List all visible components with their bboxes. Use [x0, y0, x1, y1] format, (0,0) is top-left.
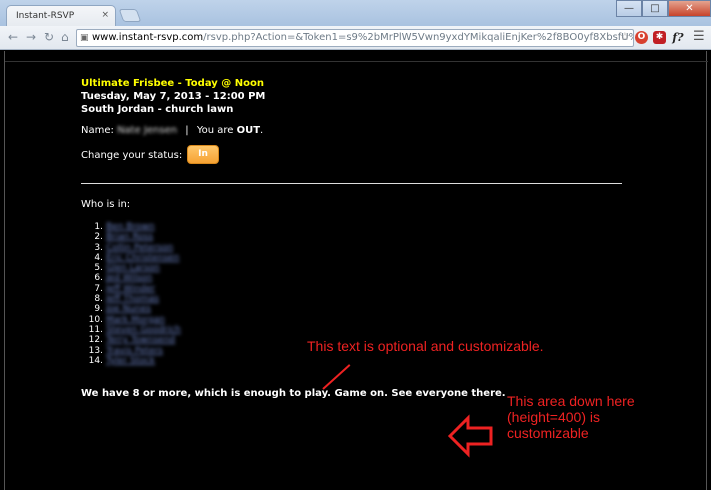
- attendee-name-link[interactable]: Brian Ross: [106, 232, 153, 242]
- minimize-button[interactable]: —: [616, 0, 642, 17]
- event-title: Ultimate Frisbee - Today @ Noon: [81, 78, 264, 89]
- attendee-name-link[interactable]: Terry Townsend: [106, 335, 175, 345]
- maximize-button[interactable]: □: [642, 0, 668, 17]
- user-name: Nate Jensen: [117, 125, 178, 136]
- event-date: Tuesday, May 7, 2013 - 12:00 PM: [81, 91, 266, 102]
- attendee-name-link[interactable]: Glen Larson: [106, 263, 160, 273]
- attendee-name-link[interactable]: Tyler Stock: [106, 356, 155, 366]
- attendee-number: 3.: [94, 242, 103, 253]
- tab-title: Instant-RSVP: [16, 11, 75, 21]
- attendee-name-link[interactable]: Travis Peters: [106, 346, 163, 356]
- browser-tab[interactable]: Instant-RSVP ×: [6, 5, 116, 26]
- forward-arrow-icon[interactable]: →: [26, 30, 36, 44]
- url-path: /rsvp.php?Action=&Token1=s9%2bMrPlW5Vwn9…: [203, 32, 633, 43]
- reload-icon[interactable]: ↻: [44, 30, 54, 44]
- menu-icon[interactable]: ☰: [693, 29, 705, 44]
- name-line: Name: Nate Jensen | You are OUT.: [81, 125, 263, 136]
- attendee-number: 10.: [88, 314, 103, 325]
- attendee-name-link[interactable]: Joe Nunes: [106, 304, 151, 314]
- attendee-number: 2.: [94, 232, 103, 243]
- status-change-label: Change your status:: [81, 150, 183, 161]
- divider: [81, 183, 622, 184]
- annotation-custom-area: This area down here (height=400) is cust…: [507, 393, 635, 441]
- close-tab-icon[interactable]: ×: [101, 10, 109, 20]
- rsvp-content: Ultimate Frisbee - Today @ Noon Tuesday,…: [81, 77, 626, 399]
- home-icon[interactable]: ⌂: [61, 30, 69, 44]
- attendees-heading: Who is in:: [81, 199, 131, 210]
- browser-toolbar: ← → ↻ ⌂ ▣ www.instant-rsvp.com/rsvp.php?…: [0, 26, 711, 50]
- annotation-optional-text: This text is optional and customizable.: [307, 338, 544, 354]
- url-host: www.instant-rsvp.com: [92, 32, 204, 43]
- attendee-number: 6.: [94, 273, 103, 284]
- bookmark-star-icon[interactable]: ☆: [620, 30, 630, 43]
- attendee-number: 12.: [88, 335, 103, 346]
- address-bar[interactable]: ▣ www.instant-rsvp.com/rsvp.php?Action=&…: [76, 29, 634, 47]
- extension-function-icon[interactable]: f?: [670, 31, 686, 44]
- status-suffix: .: [260, 125, 264, 136]
- attendee-number: 14.: [88, 355, 103, 366]
- attendee-number: 9.: [94, 304, 103, 315]
- attendee-number: 8.: [94, 294, 103, 305]
- back-arrow-icon[interactable]: ←: [8, 30, 18, 44]
- window-close-button[interactable]: ✕: [668, 0, 711, 17]
- status-prefix: You are: [196, 125, 234, 136]
- page-icon: ▣: [80, 33, 89, 43]
- status-change-row: Change your status: In: [81, 145, 219, 164]
- attendee-name-link[interactable]: Eric Christensen: [106, 253, 179, 263]
- name-label: Name:: [81, 125, 114, 136]
- attendee-number: 11.: [88, 324, 103, 335]
- attendee-name-link[interactable]: Mark Morgan: [106, 315, 165, 325]
- current-status: OUT: [236, 125, 261, 136]
- summary-message: We have 8 or more, which is enough to pl…: [81, 388, 506, 399]
- new-tab-button[interactable]: [118, 9, 142, 22]
- attendee-number: 13.: [88, 345, 103, 356]
- attendee-number: 7.: [94, 283, 103, 294]
- attendee-name-link[interactable]: Steven Goodrich: [106, 325, 181, 335]
- attendee-name-link[interactable]: Collin Peterson: [106, 243, 173, 253]
- browser-title-bar: Instant-RSVP × — □ ✕: [0, 0, 711, 26]
- attendee-number: 4.: [94, 252, 103, 263]
- attendee-name-link[interactable]: Jeff Thomas: [106, 294, 159, 304]
- separator: |: [185, 125, 189, 136]
- attendee-number: 5.: [94, 263, 103, 274]
- extension-opera-icon[interactable]: O: [635, 31, 648, 44]
- attendee-name-link[interactable]: Jed Wilson: [106, 273, 152, 283]
- attendee-name-link[interactable]: Ben Brown: [106, 222, 155, 232]
- attendee-number: 1.: [94, 222, 103, 232]
- in-button[interactable]: In: [187, 145, 219, 164]
- page-top-border: [5, 61, 708, 62]
- event-location: South Jordan - church lawn: [81, 104, 234, 115]
- left-arrow-icon: [448, 414, 493, 458]
- extension-lastpass-icon[interactable]: ✱: [653, 31, 666, 44]
- attendee-name-link[interactable]: Jeff Winder: [106, 284, 155, 294]
